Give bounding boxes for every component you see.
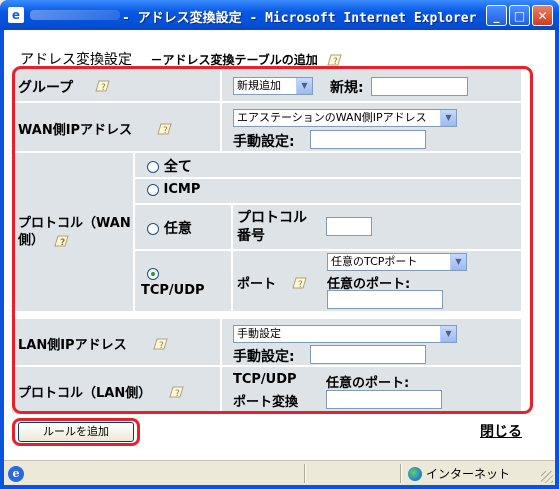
status-divider xyxy=(304,464,306,483)
help-icon[interactable]: ? xyxy=(168,385,185,399)
globe-icon xyxy=(408,466,422,481)
page-content: アドレス変換設定 －アドレス変換テーブルの追加 ? グループ ? 新規追加 ▼ 新… xyxy=(4,30,555,460)
page-heading: アドレス変換設定 xyxy=(20,52,132,68)
svg-text:?: ? xyxy=(175,389,180,399)
blurred-title-prefix xyxy=(30,10,120,20)
lan-ip-label: LAN側IPアドレス xyxy=(18,338,127,353)
help-icon[interactable]: ? xyxy=(291,276,308,290)
port-convert-label: ポート変換 xyxy=(233,395,299,410)
security-zone: インターネット xyxy=(408,465,510,482)
protocol-all-option[interactable]: 全て xyxy=(147,156,192,176)
group-value-cell: 新規追加 ▼ 新規: xyxy=(222,69,521,101)
port-label: ポート xyxy=(237,277,277,292)
lan-ip-select[interactable]: 手動設定 ▼ xyxy=(233,325,457,343)
protocol-icmp-row: ICMP xyxy=(135,179,521,203)
protocol-wan-label: プロトコル（WAN側） ? xyxy=(18,216,131,248)
chevron-down-icon: ▼ xyxy=(296,78,312,94)
wan-ip-label-cell: WAN側IPアドレス ? xyxy=(12,103,220,151)
svg-text:?: ? xyxy=(159,341,164,351)
wan-ip-select[interactable]: エアステーションのWAN側IPアドレス ▼ xyxy=(233,109,457,127)
lan-any-port-input[interactable] xyxy=(326,390,442,409)
protocol-icmp-option[interactable]: ICMP xyxy=(147,182,200,197)
svg-text:?: ? xyxy=(101,83,106,93)
zone-label: インターネット xyxy=(426,467,511,481)
wan-manual-input[interactable] xyxy=(310,130,426,149)
window-title: - アドレス変換設定 - Microsoft Internet Explorer xyxy=(122,11,477,26)
group-label: グループ xyxy=(18,80,74,96)
svg-text:?: ? xyxy=(333,57,338,67)
ie-icon: e xyxy=(8,7,24,23)
protocol-number-label: プロトコル番号 xyxy=(237,210,307,244)
svg-text:?: ? xyxy=(298,280,303,290)
protocol-number-cell: プロトコル番号 xyxy=(233,205,521,249)
protocol-lan-label-cell: プロトコル（LAN側） ? xyxy=(12,367,220,413)
minimize-button[interactable]: _ xyxy=(486,5,507,26)
page-title: アドレス変換設定 －アドレス変換テーブルの追加 ? xyxy=(20,49,343,69)
protocol-all-row: 全て xyxy=(135,153,521,177)
new-group-label: 新規: xyxy=(330,80,364,96)
help-icon[interactable]: ? xyxy=(53,234,70,248)
browser-window: e - アドレス変換設定 - Microsoft Internet Explor… xyxy=(0,0,559,489)
wan-ip-label: WAN側IPアドレス xyxy=(18,123,133,138)
lan-manual-input[interactable] xyxy=(310,345,426,364)
wan-ip-value-cell: エアステーションのWAN側IPアドレス ▼ 手動設定: xyxy=(222,103,521,151)
radio-any[interactable] xyxy=(147,223,159,235)
status-bar: e インターネット xyxy=(4,460,555,485)
lan-ip-value-cell: 手動設定 ▼ 手動設定: xyxy=(222,319,521,365)
close-link[interactable]: 閉じる xyxy=(480,421,522,441)
svg-text:?: ? xyxy=(60,238,65,248)
lan-manual-label: 手動設定: xyxy=(233,349,295,365)
chevron-down-icon: ▼ xyxy=(450,254,466,270)
tcpudp-option-label: TCP/UDP xyxy=(141,283,205,298)
resize-grip[interactable] xyxy=(541,471,553,483)
radio-icmp[interactable] xyxy=(147,183,159,196)
lan-ip-label-cell: LAN側IPアドレス ? xyxy=(12,319,220,365)
protocol-number-input[interactable] xyxy=(326,217,372,236)
wan-manual-label: 手動設定: xyxy=(233,134,295,150)
port-select[interactable]: 任意のTCPポート ▼ xyxy=(327,253,467,271)
add-rule-button[interactable]: ルールを追加 xyxy=(18,422,134,442)
help-icon[interactable]: ? xyxy=(152,337,169,351)
radio-all[interactable] xyxy=(147,161,159,173)
close-window-button[interactable]: ✕ xyxy=(532,5,553,26)
chevron-down-icon: ▼ xyxy=(440,326,456,342)
title-bar: e - アドレス変換設定 - Microsoft Internet Explor… xyxy=(0,0,559,30)
help-icon[interactable]: ? xyxy=(326,53,343,67)
page-subheading: －アドレス変換テーブルの追加 xyxy=(150,53,318,67)
protocol-wan-label-cell: プロトコル（WAN側） ? xyxy=(12,153,133,311)
protocol-any-row: 任意 xyxy=(135,205,231,249)
help-icon[interactable]: ? xyxy=(156,122,173,136)
tcpudp-label: TCP/UDP xyxy=(233,372,297,387)
group-label-cell: グループ ? xyxy=(12,69,220,101)
protocol-tcpudp-row: TCP/UDP xyxy=(135,251,231,311)
maximize-button[interactable]: □ xyxy=(509,5,530,26)
status-divider xyxy=(400,464,402,483)
lan-any-port-label: 任意のポート: xyxy=(326,376,410,391)
protocol-any-option[interactable]: 任意 xyxy=(147,218,192,238)
chevron-down-icon: ▼ xyxy=(440,110,456,126)
new-group-input[interactable] xyxy=(371,77,468,96)
port-cell: ポート ? 任意のTCPポート ▼ 任意のポート: xyxy=(233,251,521,311)
radio-tcpudp[interactable] xyxy=(147,263,159,282)
protocol-lan-value-cell: TCP/UDP ポート変換 任意のポート: xyxy=(222,367,521,413)
svg-text:?: ? xyxy=(163,126,168,136)
protocol-lan-label: プロトコル（LAN側） xyxy=(18,386,152,401)
group-select[interactable]: 新規追加 ▼ xyxy=(233,77,313,95)
page-icon: e xyxy=(8,466,24,482)
any-port-input[interactable] xyxy=(327,290,443,309)
help-icon[interactable]: ? xyxy=(94,79,111,93)
